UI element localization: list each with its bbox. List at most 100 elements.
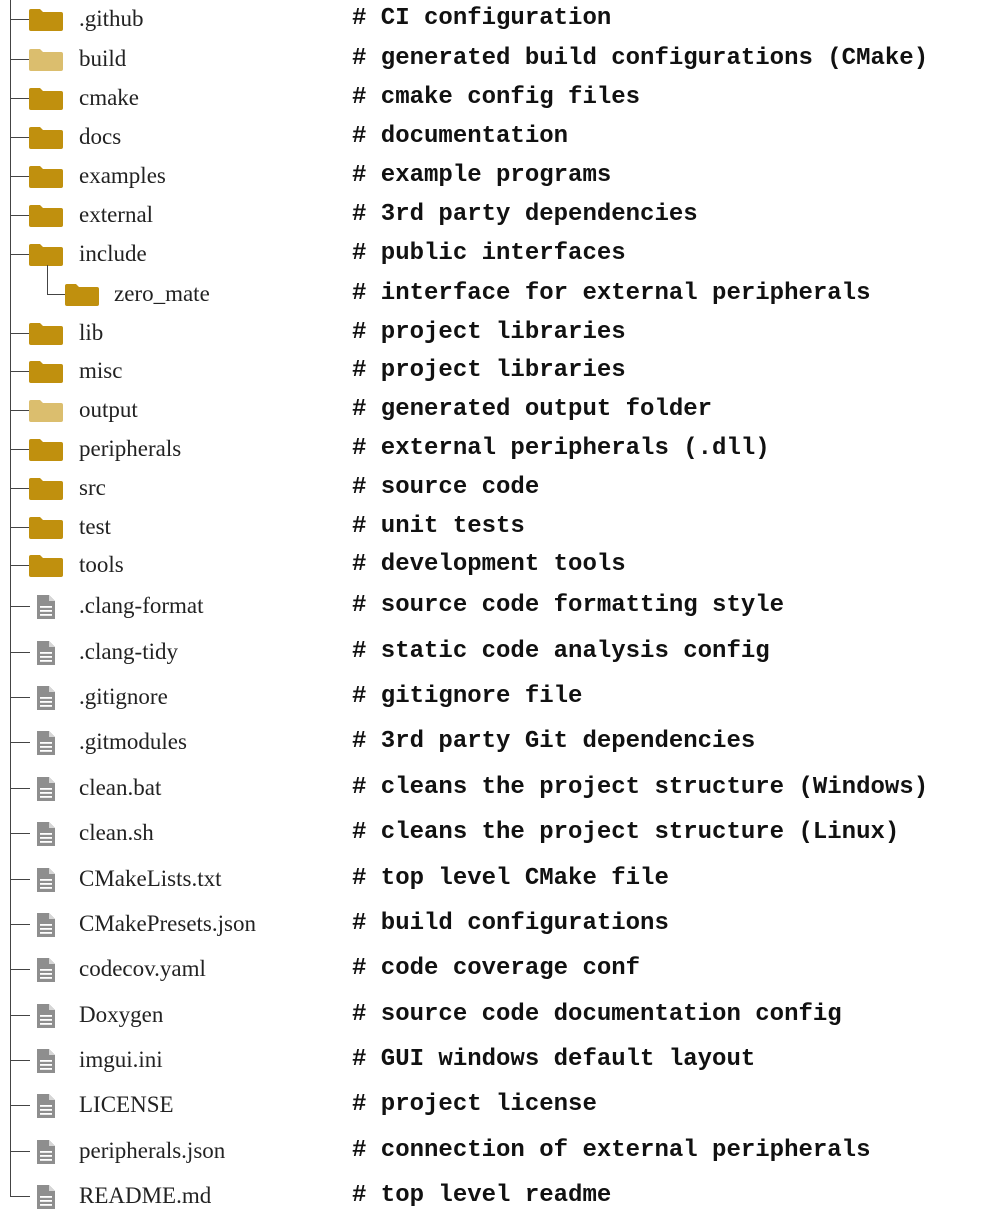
file-icon xyxy=(28,1185,64,1209)
file-icon xyxy=(28,822,64,846)
entry-name: zero_mate xyxy=(114,281,210,306)
file-row[interactable]: CMakePresets.json # build configurations xyxy=(0,909,995,939)
folder-row[interactable]: examples # example programs xyxy=(0,161,995,191)
entry-comment: # build configurations xyxy=(352,910,669,937)
entry-name: docs xyxy=(79,124,122,149)
entry-name: output xyxy=(79,397,138,422)
file-row[interactable]: clean.sh # cleans the project structure (… xyxy=(0,818,995,848)
directory-tree: .github # CI configuration build # generate… xyxy=(0,0,995,1214)
entry-comment: # documentation xyxy=(352,123,569,150)
folder-icon xyxy=(28,516,64,540)
file-icon xyxy=(28,1004,64,1028)
file-row[interactable]: imgui.ini # GUI windows default layout xyxy=(0,1045,995,1075)
folder-icon xyxy=(64,283,100,307)
folder-row[interactable]: docs # documentation xyxy=(0,122,995,152)
file-row[interactable]: peripherals.json # connection of external… xyxy=(0,1136,995,1166)
folder-icon xyxy=(28,322,64,346)
file-row[interactable]: README.md # top level readme xyxy=(0,1181,995,1211)
folder-icon xyxy=(28,360,64,384)
file-row[interactable]: .clang-format # source code formatting st… xyxy=(0,591,995,621)
entry-comment: # source code formatting style xyxy=(352,592,785,619)
entry-comment: # CI configuration xyxy=(352,5,612,32)
tree-branch-line xyxy=(10,19,30,20)
folder-row[interactable]: src # source code xyxy=(0,473,995,503)
folder-row[interactable]: .github # CI configuration xyxy=(0,4,995,34)
folder-row[interactable]: lib # project libraries xyxy=(0,318,995,348)
tree-branch-line xyxy=(10,969,30,970)
entry-name: src xyxy=(79,475,106,500)
folder-row[interactable]: peripherals # external peripherals (.dll) xyxy=(0,434,995,464)
entry-comment: # unit tests xyxy=(352,513,525,540)
folder-icon xyxy=(28,243,64,267)
entry-name: README.md xyxy=(79,1183,212,1208)
folder-icon xyxy=(28,477,64,501)
entry-name: clean.sh xyxy=(79,820,154,845)
tree-branch-line xyxy=(10,606,30,607)
folder-row[interactable]: tools # development tools xyxy=(0,550,995,580)
file-icon xyxy=(28,595,64,619)
entry-name: peripherals xyxy=(79,436,182,461)
file-row[interactable]: Doxygen # source code documentation confi… xyxy=(0,1000,995,1030)
entry-name: include xyxy=(79,241,147,266)
file-row[interactable]: LICENSE # project license xyxy=(0,1090,995,1120)
folder-row[interactable]: test # unit tests xyxy=(0,512,995,542)
file-row[interactable]: .clang-tidy # static code analysis config xyxy=(0,637,995,667)
entry-name: external xyxy=(79,202,154,227)
file-row[interactable]: CMakeLists.txt # top level CMake file xyxy=(0,864,995,894)
entry-name: clean.bat xyxy=(79,775,162,800)
tree-branch-line xyxy=(10,1196,30,1197)
tree-branch-line xyxy=(10,1060,30,1061)
tree-branch-line xyxy=(10,879,30,880)
folder-row[interactable]: cmake # cmake config files xyxy=(0,83,995,113)
file-row[interactable]: clean.bat # cleans the project structure … xyxy=(0,773,995,803)
entry-name: imgui.ini xyxy=(79,1047,163,1072)
folder-row[interactable]: misc # project libraries xyxy=(0,356,995,386)
entry-comment: # project libraries xyxy=(352,319,626,346)
tree-branch-line xyxy=(47,294,65,295)
file-icon xyxy=(28,777,64,801)
folder-row[interactable]: zero_mate # interface for external periph… xyxy=(0,265,995,309)
folder-row[interactable]: include # public interfaces xyxy=(0,239,995,269)
entry-name: misc xyxy=(79,358,123,383)
tree-branch-line xyxy=(10,254,30,255)
file-icon xyxy=(28,1049,64,1073)
entry-comment: # project license xyxy=(352,1091,597,1118)
entry-name: LICENSE xyxy=(79,1092,174,1117)
file-row[interactable]: .gitignore # gitignore file xyxy=(0,682,995,712)
file-icon xyxy=(28,1094,64,1118)
entry-comment: # source code documentation config xyxy=(352,1001,842,1028)
folder-row[interactable]: output # generated output folder xyxy=(0,395,995,425)
file-icon xyxy=(28,1140,64,1164)
entry-comment: # static code analysis config xyxy=(352,638,770,665)
entry-name: CMakeLists.txt xyxy=(79,866,222,891)
entry-comment: # top level readme xyxy=(352,1182,612,1209)
tree-branch-line xyxy=(10,697,30,698)
entry-comment: # example programs xyxy=(352,162,612,189)
entry-name: tools xyxy=(79,552,124,577)
file-row[interactable]: .gitmodules # 3rd party Git dependencies xyxy=(0,727,995,757)
tree-branch-line xyxy=(10,333,30,334)
entry-name: test xyxy=(79,514,111,539)
entry-comment: # 3rd party dependencies xyxy=(352,201,698,228)
file-icon xyxy=(28,641,64,665)
tree-branch-line xyxy=(10,527,30,528)
folder-icon xyxy=(28,554,64,578)
entry-name: .clang-format xyxy=(79,593,204,618)
folder-row[interactable]: build # generated build configurations (C… xyxy=(0,44,995,74)
entry-comment: # external peripherals (.dll) xyxy=(352,435,770,462)
entry-name: CMakePresets.json xyxy=(79,911,256,936)
tree-branch-line xyxy=(10,176,30,177)
folder-icon xyxy=(28,165,64,189)
tree-branch-line xyxy=(10,449,30,450)
entry-comment: # source code xyxy=(352,474,540,501)
entry-comment: # cleans the project structure (Linux) xyxy=(352,819,900,846)
file-icon xyxy=(28,868,64,892)
tree-branch-line xyxy=(10,98,30,99)
entry-comment: # GUI windows default layout xyxy=(352,1046,756,1073)
entry-name: build xyxy=(79,46,127,71)
file-row[interactable]: codecov.yaml # code coverage conf xyxy=(0,954,995,984)
entry-comment: # connection of external peripherals xyxy=(352,1137,871,1164)
folder-row[interactable]: external # 3rd party dependencies xyxy=(0,200,995,230)
folder-icon xyxy=(28,438,64,462)
folder-icon xyxy=(28,8,64,32)
